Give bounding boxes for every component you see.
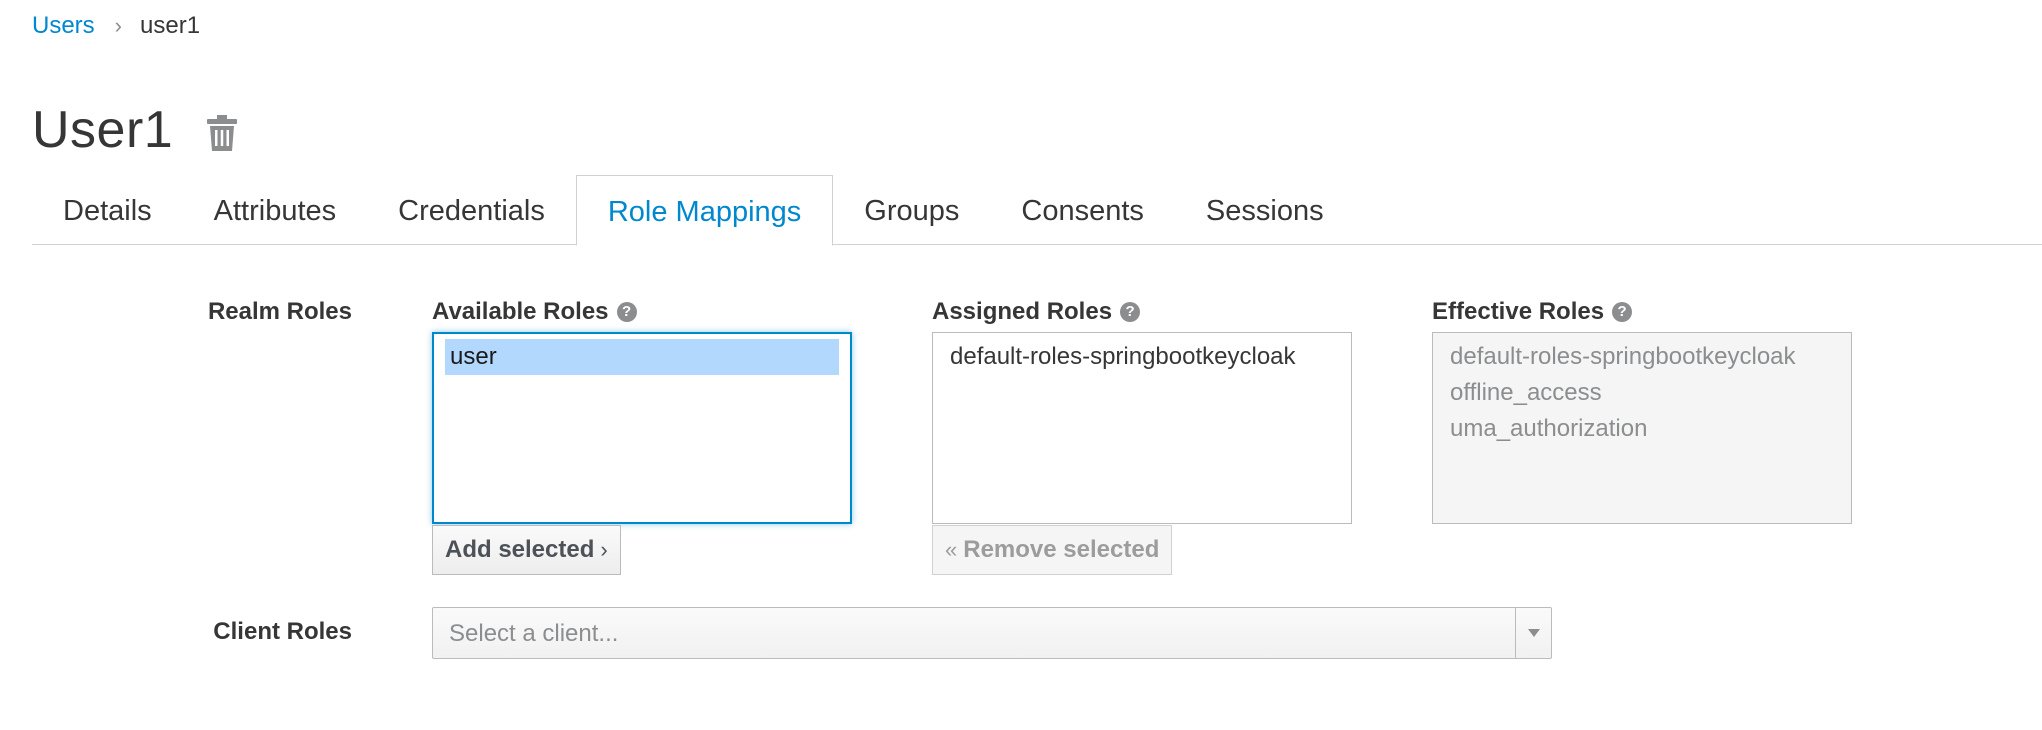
page-header: User1 [32,100,238,160]
client-select[interactable]: Select a client... [432,607,1552,659]
caret-down-icon[interactable] [1515,608,1551,658]
assigned-role-option[interactable]: default-roles-springbootkeycloak [945,339,1339,375]
available-roles-label: Available Roles [432,298,609,325]
effective-role-option: offline_access [1450,379,1602,406]
tab-groups[interactable]: Groups [833,175,990,245]
remove-selected-label: Remove selected [963,536,1160,563]
tab-credentials[interactable]: Credentials [367,175,576,245]
tab-consents[interactable]: Consents [990,175,1175,245]
user-tabs: Details Attributes Credentials Role Mapp… [32,175,2042,246]
tab-details[interactable]: Details [32,175,183,245]
double-chevron-left-icon: « [945,537,958,562]
effective-roles-header: Effective Roles ? [1432,298,1633,326]
assigned-roles-header: Assigned Roles ? [932,298,1141,326]
effective-roles-list: default-roles-springbootkeycloak offline… [1432,332,1852,524]
trash-icon[interactable] [207,115,238,151]
breadcrumb: Users › user1 [32,12,200,40]
help-icon[interactable]: ? [1612,302,1633,322]
chevron-right-icon: › [600,537,608,562]
assigned-roles-list[interactable]: default-roles-springbootkeycloak [932,332,1352,524]
available-roles-header: Available Roles ? [432,298,637,326]
tab-role-mappings[interactable]: Role Mappings [575,175,834,246]
page-title: User1 [32,101,174,159]
add-selected-label: Add selected [445,536,595,563]
realm-roles-label: Realm Roles [207,298,352,325]
assigned-roles-label: Assigned Roles [932,298,1113,325]
help-icon[interactable]: ? [1120,302,1141,322]
tab-sessions[interactable]: Sessions [1175,175,1355,245]
effective-roles-label: Effective Roles [1432,298,1605,325]
breadcrumb-current: user1 [140,12,201,39]
add-selected-button[interactable]: Add selected › [432,525,621,575]
client-select-placeholder: Select a client... [449,620,619,647]
available-roles-list[interactable]: user [432,332,852,524]
help-icon[interactable]: ? [616,302,637,322]
tab-attributes[interactable]: Attributes [183,175,368,245]
effective-role-option: uma_authorization [1450,415,1648,442]
remove-selected-button[interactable]: « Remove selected [932,525,1173,575]
available-role-option[interactable]: user [445,339,839,375]
breadcrumb-users-link[interactable]: Users [32,12,95,40]
client-roles-label: Client Roles [213,618,352,645]
breadcrumb-separator: › [114,13,122,38]
effective-role-option: default-roles-springbootkeycloak [1450,343,1796,370]
